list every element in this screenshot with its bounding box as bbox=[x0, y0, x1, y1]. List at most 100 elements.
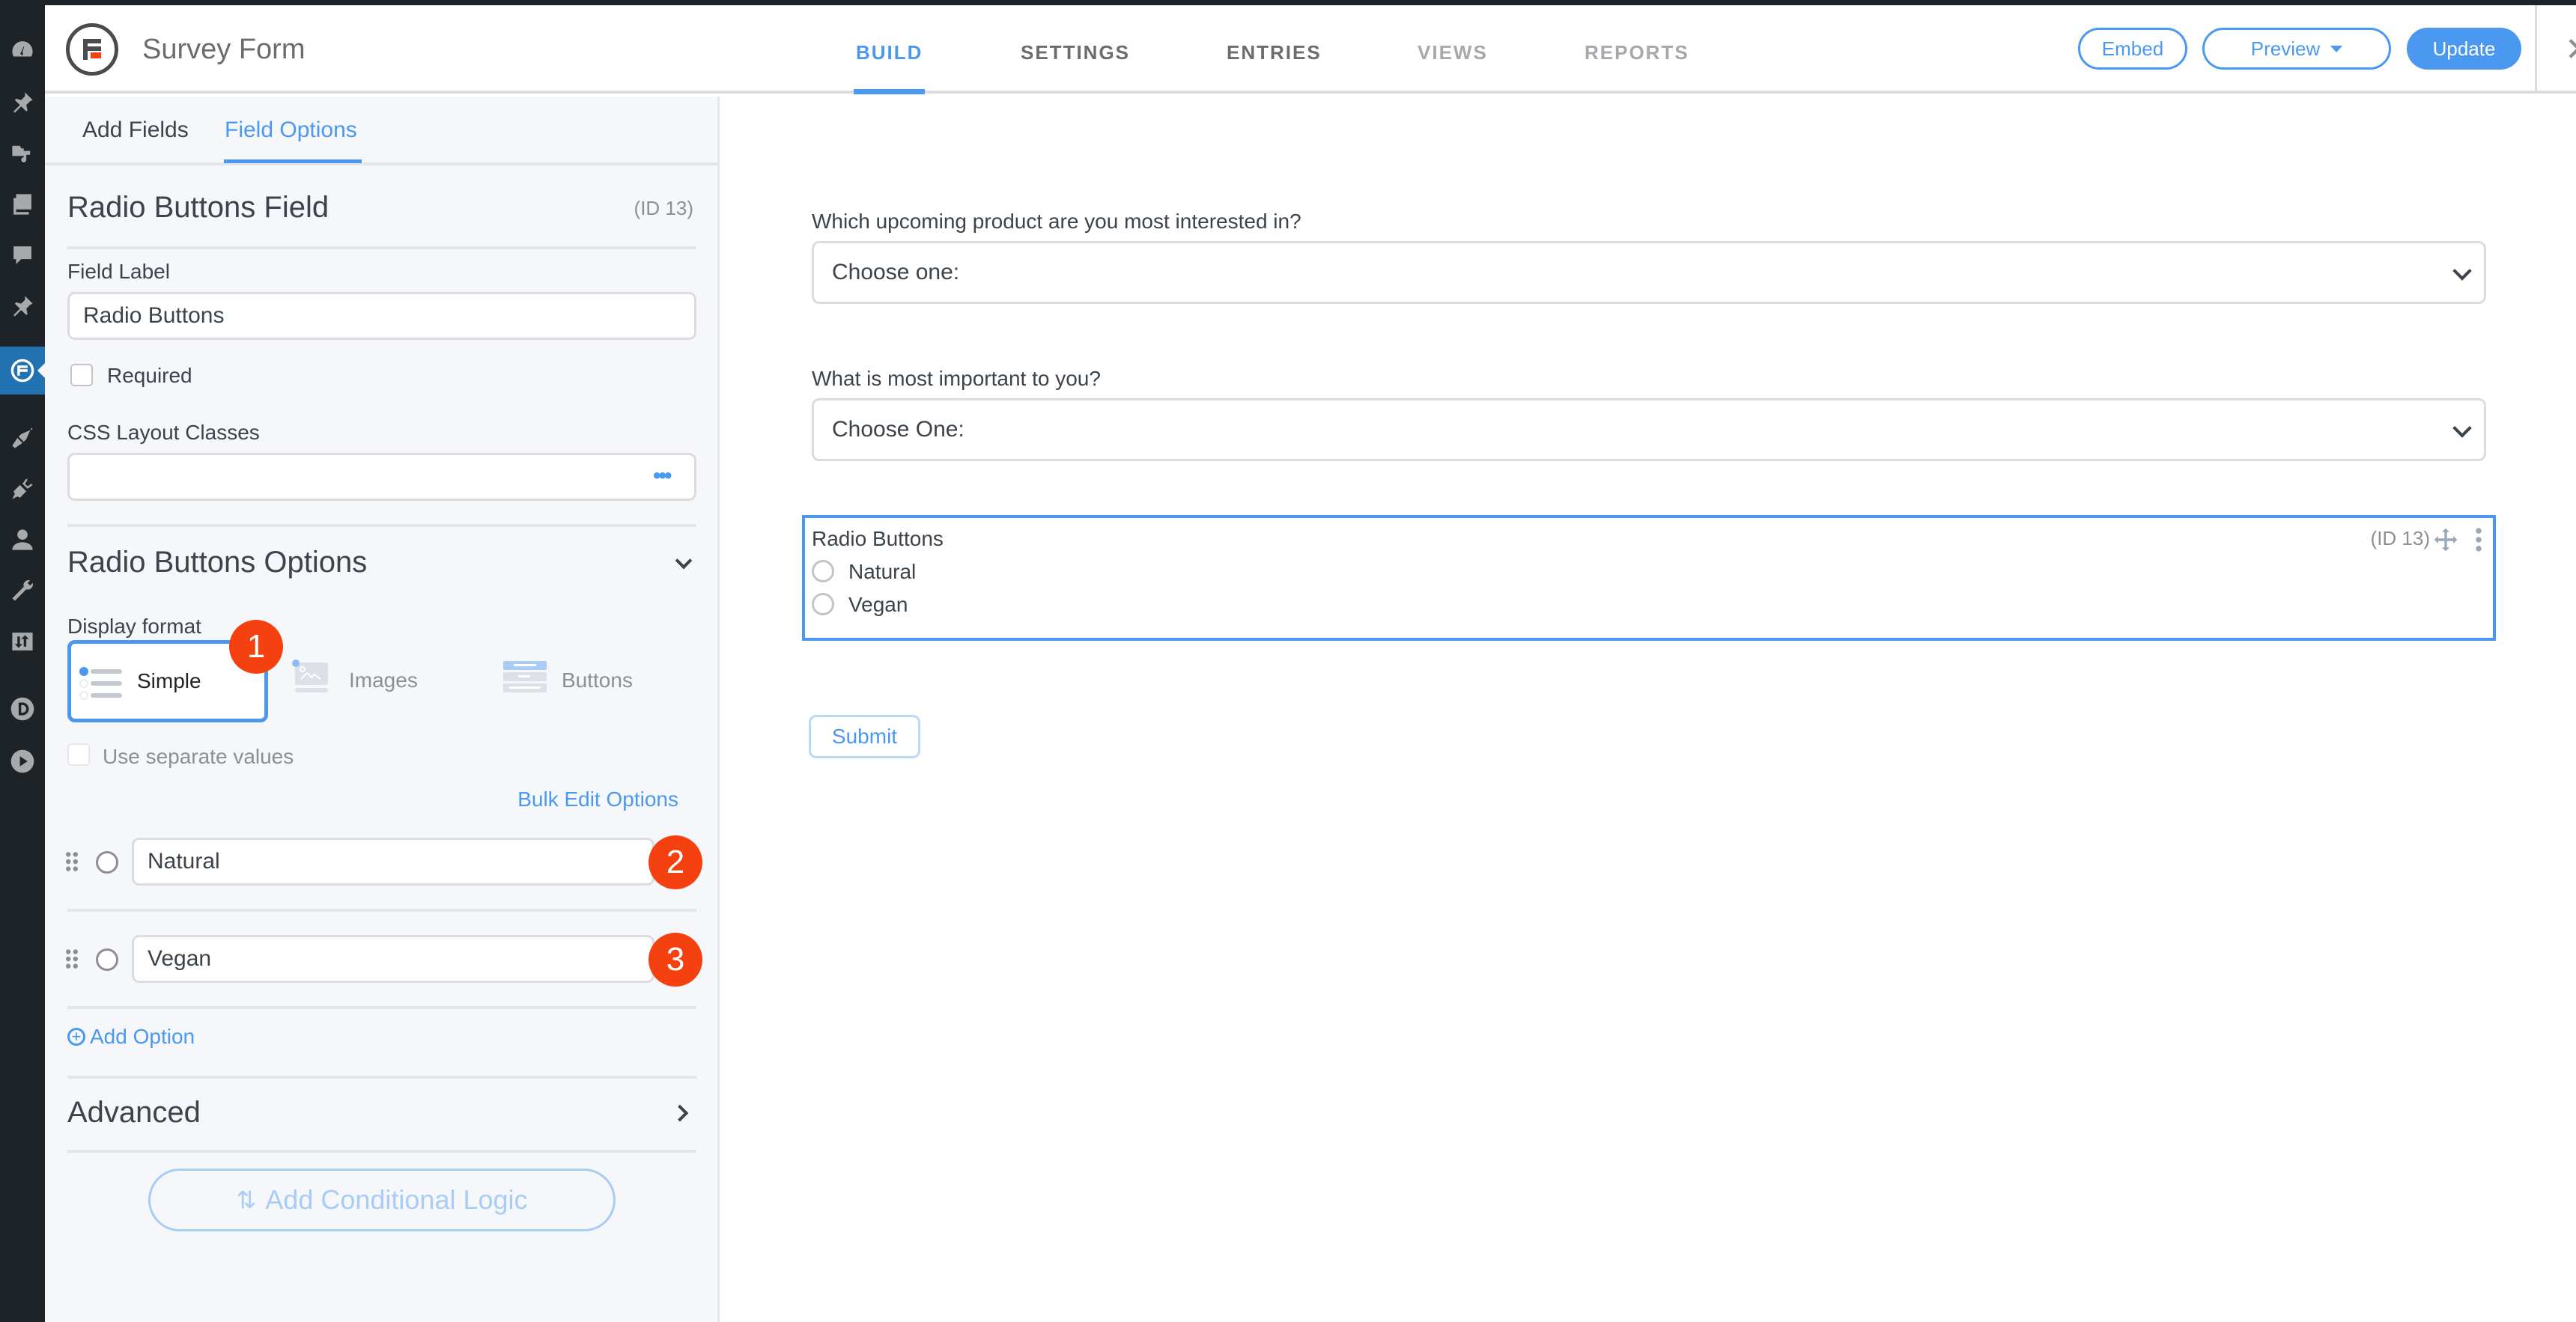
add-conditional-logic-button[interactable]: ⇅ Add Conditional Logic bbox=[148, 1169, 616, 1231]
preview-radio[interactable] bbox=[812, 560, 834, 582]
submit-button[interactable]: Submit bbox=[809, 715, 920, 758]
drag-handle-icon[interactable] bbox=[66, 948, 78, 969]
nav-build[interactable]: BUILD bbox=[856, 41, 923, 64]
nav-entries[interactable]: ENTRIES bbox=[1227, 41, 1322, 64]
format-images-label: Images bbox=[349, 668, 418, 692]
play-icon[interactable] bbox=[6, 745, 39, 778]
d-icon[interactable] bbox=[6, 692, 39, 725]
format-buttons[interactable]: Buttons bbox=[502, 660, 696, 712]
embed-button[interactable]: Embed bbox=[2078, 28, 2187, 70]
buttons-format-icon bbox=[503, 661, 547, 692]
annotation-badge-1: 1 bbox=[229, 620, 283, 674]
formidable-logo bbox=[66, 23, 118, 76]
tools-icon[interactable] bbox=[6, 574, 39, 607]
preview-label: Preview bbox=[2250, 37, 2321, 60]
preview-button[interactable]: Preview bbox=[2202, 28, 2391, 70]
pages-icon[interactable] bbox=[6, 188, 39, 221]
more-dots-icon[interactable]: ••• bbox=[653, 463, 672, 489]
embed-label: Embed bbox=[2101, 37, 2164, 60]
tab-add-fields[interactable]: Add Fields bbox=[82, 118, 189, 143]
required-label: Required bbox=[107, 364, 192, 387]
question-2-select[interactable]: Choose One: bbox=[812, 398, 2486, 461]
formidable-icon[interactable] bbox=[6, 354, 39, 387]
more-vertical-icon[interactable] bbox=[2473, 527, 2484, 552]
top-edge bbox=[0, 0, 2576, 5]
update-label: Update bbox=[2432, 37, 2496, 60]
conditional-logic-icon: ⇅ bbox=[236, 1187, 257, 1213]
submit-label: Submit bbox=[831, 725, 898, 748]
header-divider bbox=[2535, 5, 2537, 94]
add-option-link[interactable]: + Add Option bbox=[67, 1025, 195, 1049]
divider bbox=[67, 246, 696, 249]
simple-list-icon bbox=[79, 667, 122, 700]
form-title[interactable]: Survey Form bbox=[142, 34, 305, 66]
option-input[interactable]: Natural bbox=[132, 838, 654, 886]
preview-radio-label: Natural bbox=[848, 560, 917, 583]
chevron-down-icon bbox=[2452, 261, 2472, 281]
option-input[interactable]: Vegan bbox=[132, 935, 654, 983]
question-2-value: Choose One: bbox=[832, 417, 965, 442]
required-checkbox[interactable] bbox=[70, 364, 93, 386]
option-default-radio[interactable] bbox=[96, 948, 118, 971]
tab-field-options[interactable]: Field Options bbox=[225, 118, 357, 143]
panel-tabs: Add Fields Field Options bbox=[45, 97, 717, 165]
caret-down-icon bbox=[2330, 45, 2343, 52]
close-icon[interactable]: ✕ bbox=[2565, 34, 2576, 67]
use-separate-values-checkbox[interactable] bbox=[67, 743, 90, 766]
chevron-down-icon bbox=[2452, 418, 2472, 438]
move-icon[interactable] bbox=[2433, 527, 2458, 552]
appearance-icon[interactable] bbox=[6, 421, 39, 454]
conditional-logic-label: Add Conditional Logic bbox=[265, 1184, 528, 1215]
divider bbox=[67, 1076, 696, 1079]
pin-icon-2[interactable] bbox=[6, 290, 39, 323]
plugins-icon[interactable] bbox=[6, 472, 39, 505]
dashboard-icon[interactable] bbox=[6, 34, 39, 67]
option-default-radio[interactable] bbox=[96, 851, 118, 874]
format-buttons-label: Buttons bbox=[562, 668, 633, 692]
question-1-select[interactable]: Choose one: bbox=[812, 241, 2486, 304]
use-separate-values-label: Use separate values bbox=[103, 745, 294, 768]
question-2-label: What is most important to you? bbox=[812, 367, 1101, 390]
selected-radio-field[interactable]: Radio Buttons (ID 13) Natural Vegan bbox=[802, 515, 2496, 641]
options-section-title[interactable]: Radio Buttons Options bbox=[67, 546, 696, 579]
question-1-label: Which upcoming product are you most inte… bbox=[812, 210, 1301, 233]
annotation-badge-3: 3 bbox=[648, 933, 702, 987]
divider bbox=[67, 524, 696, 527]
add-option-label: Add Option bbox=[90, 1025, 195, 1048]
nav-reports[interactable]: REPORTS bbox=[1585, 41, 1689, 64]
settings-icon[interactable] bbox=[6, 625, 39, 658]
format-images[interactable]: Images bbox=[292, 660, 487, 712]
tab-active-underline bbox=[224, 159, 362, 163]
divider bbox=[67, 1150, 696, 1153]
nav-views[interactable]: VIEWS bbox=[1418, 41, 1488, 64]
pin-icon[interactable] bbox=[6, 86, 39, 119]
plus-circle-icon: + bbox=[67, 1028, 85, 1046]
divider bbox=[67, 1006, 696, 1009]
format-simple-label: Simple bbox=[137, 669, 201, 692]
preview-radio-label: Vegan bbox=[848, 593, 908, 616]
bulk-edit-options-link[interactable]: Bulk Edit Options bbox=[517, 788, 678, 811]
field-title: Radio Buttons Field bbox=[67, 191, 329, 224]
update-button[interactable]: Update bbox=[2407, 28, 2521, 70]
builder-header: Survey Form BUILD SETTINGS ENTRIES VIEWS… bbox=[45, 5, 2576, 94]
drag-handle-icon[interactable] bbox=[66, 851, 78, 872]
advanced-section[interactable]: Advanced bbox=[67, 1096, 696, 1130]
preview-radio[interactable] bbox=[812, 593, 834, 615]
radio-field-id: (ID 13) bbox=[2370, 527, 2430, 549]
nav-settings[interactable]: SETTINGS bbox=[1021, 41, 1130, 64]
admin-sidebar bbox=[0, 5, 46, 1322]
image-format-icon bbox=[292, 660, 328, 692]
divider bbox=[67, 909, 696, 912]
annotation-badge-2: 2 bbox=[648, 835, 702, 889]
field-options-panel: Add Fields Field Options Radio Buttons F… bbox=[45, 97, 720, 1322]
radio-field-label: Radio Buttons bbox=[812, 527, 944, 550]
field-id: (ID 13) bbox=[634, 197, 693, 219]
css-classes-input[interactable] bbox=[67, 453, 696, 501]
comments-icon[interactable] bbox=[6, 239, 39, 272]
media-icon[interactable] bbox=[6, 137, 39, 170]
nav-active-underline bbox=[854, 89, 925, 94]
question-1-value: Choose one: bbox=[832, 260, 960, 284]
users-icon[interactable] bbox=[6, 523, 39, 556]
css-classes-label: CSS Layout Classes bbox=[67, 421, 260, 444]
field-label-input[interactable]: Radio Buttons bbox=[67, 292, 696, 340]
